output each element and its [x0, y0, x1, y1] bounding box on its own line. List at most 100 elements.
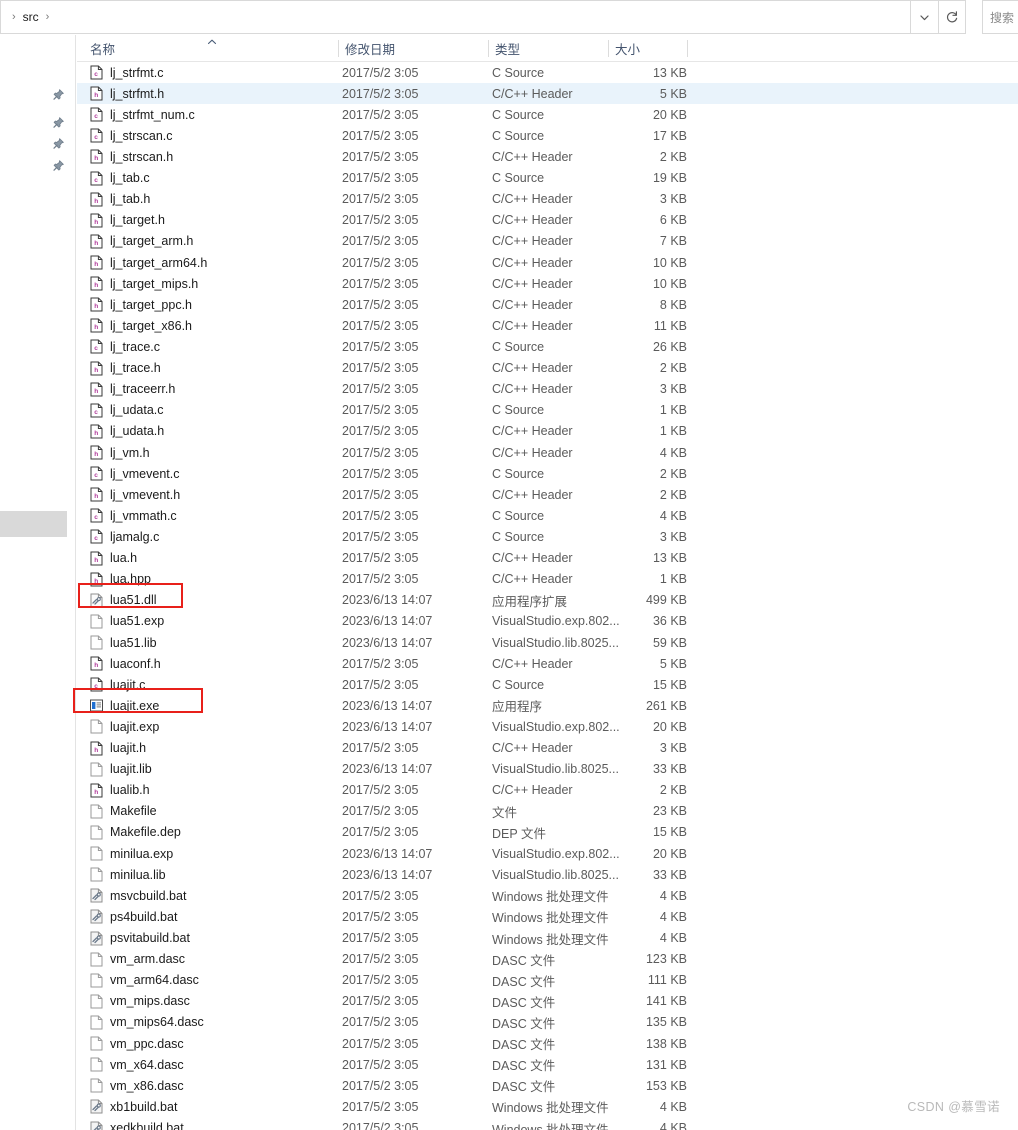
table-row[interactable]: luajit.exp 2023/6/13 14:07 VisualStudio.ex…	[77, 716, 1018, 737]
column-divider[interactable]	[687, 40, 688, 57]
refresh-button[interactable]	[938, 0, 966, 34]
file-name-cell[interactable]: h lj_target_mips.h	[90, 276, 198, 291]
file-name-cell[interactable]: xedkbuild.bat	[90, 1121, 184, 1130]
file-name-cell[interactable]: h lj_vmevent.h	[90, 487, 180, 502]
file-name-cell[interactable]: h lj_target_arm64.h	[90, 255, 207, 270]
file-name-cell[interactable]: minilua.exp	[90, 846, 173, 861]
column-header-type[interactable]: 类型	[495, 35, 520, 62]
search-box[interactable]: 搜索	[982, 0, 1018, 34]
table-row[interactable]: c lj_strfmt_num.c 2017/5/2 3:05 C Source 20 …	[77, 104, 1018, 125]
file-name-cell[interactable]: c lj_udata.c	[90, 403, 164, 418]
table-row[interactable]: c lj_strfmt.c 2017/5/2 3:05 C Source 13 KB	[77, 62, 1018, 83]
pin-icon[interactable]	[51, 137, 65, 151]
file-name-cell[interactable]: vm_mips64.dasc	[90, 1015, 204, 1030]
table-row[interactable]: h lj_trace.h 2017/5/2 3:05 C/C++ Header 2 KB	[77, 358, 1018, 379]
breadcrumb[interactable]: › src ›	[0, 0, 910, 34]
table-row[interactable]: h lualib.h 2017/5/2 3:05 C/C++ Header 2 KB	[77, 780, 1018, 801]
table-row[interactable]: h lj_strfmt.h 2017/5/2 3:05 C/C++ Header 5 K…	[77, 83, 1018, 105]
table-row[interactable]: vm_mips64.dasc 2017/5/2 3:05 DASC 文件 135 KB	[77, 1012, 1018, 1033]
table-row[interactable]: ps4build.bat 2017/5/2 3:05 Windows 批处理文件 4 …	[77, 906, 1018, 927]
file-name-cell[interactable]: c lj_vmmath.c	[90, 508, 177, 523]
table-row[interactable]: luajit.lib 2023/6/13 14:07 VisualStudio.li…	[77, 759, 1018, 780]
table-row[interactable]: h lj_vmevent.h 2017/5/2 3:05 C/C++ Header 2 …	[77, 484, 1018, 505]
file-name-cell[interactable]: h lualib.h	[90, 783, 150, 798]
table-row[interactable]: lua51.lib 2023/6/13 14:07 VisualStudio.lib…	[77, 632, 1018, 653]
file-name-cell[interactable]: luajit.exe	[90, 698, 159, 713]
table-row[interactable]: c lj_tab.c 2017/5/2 3:05 C Source 19 KB	[77, 168, 1018, 189]
table-row[interactable]: vm_arm.dasc 2017/5/2 3:05 DASC 文件 123 KB	[77, 949, 1018, 970]
table-row[interactable]: h luaconf.h 2017/5/2 3:05 C/C++ Header 5 KB	[77, 653, 1018, 674]
table-row[interactable]: Makefile.dep 2017/5/2 3:05 DEP 文件 15 KB	[77, 822, 1018, 843]
file-name-cell[interactable]: c lj_strfmt.c	[90, 65, 163, 80]
file-name-cell[interactable]: lua51.dll	[90, 593, 157, 608]
file-name-cell[interactable]: vm_ppc.dasc	[90, 1036, 184, 1051]
column-header-name[interactable]: 名称	[90, 35, 115, 62]
column-divider[interactable]	[338, 40, 339, 57]
file-name-cell[interactable]: c luajit.c	[90, 677, 145, 692]
table-row[interactable]: c lj_vmevent.c 2017/5/2 3:05 C Source 2 KB	[77, 463, 1018, 484]
table-row[interactable]: minilua.lib 2023/6/13 14:07 VisualStudio.l…	[77, 864, 1018, 885]
breadcrumb-chevron-leading-icon[interactable]: ›	[7, 11, 21, 23]
table-row[interactable]: psvitabuild.bat 2017/5/2 3:05 Windows 批处理文…	[77, 927, 1018, 948]
table-row[interactable]: c luajit.c 2017/5/2 3:05 C Source 15 KB	[77, 674, 1018, 695]
table-row[interactable]: xedkbuild.bat 2017/5/2 3:05 Windows 批处理文件 4…	[77, 1117, 1018, 1130]
pin-icon[interactable]	[51, 116, 65, 130]
file-name-cell[interactable]: h luaconf.h	[90, 656, 161, 671]
column-header-date-modified[interactable]: 修改日期	[345, 35, 395, 62]
table-row[interactable]: lua51.dll 2023/6/13 14:07 应用程序扩展 499 KB	[77, 590, 1018, 611]
file-name-cell[interactable]: h lj_target_arm.h	[90, 234, 193, 249]
file-name-cell[interactable]: h lua.hpp	[90, 572, 151, 587]
file-name-cell[interactable]: luajit.lib	[90, 762, 152, 777]
table-row[interactable]: h lj_traceerr.h 2017/5/2 3:05 C/C++ Header 3…	[77, 379, 1018, 400]
file-name-cell[interactable]: Makefile	[90, 804, 157, 819]
file-name-cell[interactable]: vm_x86.dasc	[90, 1078, 184, 1093]
table-row[interactable]: c ljamalg.c 2017/5/2 3:05 C Source 3 KB	[77, 526, 1018, 547]
file-name-cell[interactable]: msvcbuild.bat	[90, 888, 186, 903]
table-row[interactable]: msvcbuild.bat 2017/5/2 3:05 Windows 批处理文件 4…	[77, 885, 1018, 906]
table-row[interactable]: luajit.exe 2023/6/13 14:07 应用程序 261 KB	[77, 695, 1018, 716]
column-header-size[interactable]: 大小	[615, 35, 640, 62]
table-row[interactable]: h lj_strscan.h 2017/5/2 3:05 C/C++ Header 2 …	[77, 146, 1018, 167]
table-row[interactable]: c lj_strscan.c 2017/5/2 3:05 C Source 17 KB	[77, 125, 1018, 146]
file-name-cell[interactable]: h lj_traceerr.h	[90, 382, 175, 397]
table-row[interactable]: Makefile 2017/5/2 3:05 文件 23 KB	[77, 801, 1018, 822]
file-name-cell[interactable]: c lj_trace.c	[90, 339, 160, 354]
navigation-pane[interactable]	[0, 35, 76, 1130]
file-name-cell[interactable]: h lj_target.h	[90, 213, 165, 228]
file-name-cell[interactable]: Makefile.dep	[90, 825, 181, 840]
table-row[interactable]: vm_x86.dasc 2017/5/2 3:05 DASC 文件 153 KB	[77, 1075, 1018, 1096]
file-name-cell[interactable]: h luajit.h	[90, 741, 146, 756]
pin-icon[interactable]	[51, 88, 65, 102]
table-row[interactable]: h lj_target_mips.h 2017/5/2 3:05 C/C++ Head…	[77, 273, 1018, 294]
table-row[interactable]: h lj_target_arm64.h 2017/5/2 3:05 C/C++ Hea…	[77, 252, 1018, 273]
file-name-cell[interactable]: c ljamalg.c	[90, 529, 159, 544]
table-row[interactable]: h lj_vm.h 2017/5/2 3:05 C/C++ Header 4 KB	[77, 442, 1018, 463]
address-history-dropdown-button[interactable]	[910, 0, 938, 34]
nav-selected-block[interactable]	[0, 511, 67, 537]
file-name-cell[interactable]: h lua.h	[90, 551, 137, 566]
breadcrumb-chevron-trailing-icon[interactable]: ›	[41, 11, 55, 23]
file-name-cell[interactable]: h lj_udata.h	[90, 424, 164, 439]
table-row[interactable]: h lua.hpp 2017/5/2 3:05 C/C++ Header 1 KB	[77, 569, 1018, 590]
table-row[interactable]: h lj_tab.h 2017/5/2 3:05 C/C++ Header 3 KB	[77, 189, 1018, 210]
file-name-cell[interactable]: minilua.lib	[90, 867, 166, 882]
file-name-cell[interactable]: h lj_tab.h	[90, 192, 150, 207]
file-name-cell[interactable]: h lj_vm.h	[90, 445, 150, 460]
file-name-cell[interactable]: h lj_target_ppc.h	[90, 297, 192, 312]
file-name-cell[interactable]: c lj_tab.c	[90, 171, 150, 186]
table-row[interactable]: h lua.h 2017/5/2 3:05 C/C++ Header 13 KB	[77, 548, 1018, 569]
table-row[interactable]: vm_ppc.dasc 2017/5/2 3:05 DASC 文件 138 KB	[77, 1033, 1018, 1054]
breadcrumb-segment-src[interactable]: src	[21, 10, 41, 24]
file-name-cell[interactable]: h lj_target_x86.h	[90, 318, 192, 333]
file-name-cell[interactable]: vm_x64.dasc	[90, 1057, 184, 1072]
file-name-cell[interactable]: h lj_trace.h	[90, 361, 161, 376]
table-row[interactable]: h lj_target.h 2017/5/2 3:05 C/C++ Header 6 K…	[77, 210, 1018, 231]
table-row[interactable]: vm_arm64.dasc 2017/5/2 3:05 DASC 文件 111 KB	[77, 970, 1018, 991]
table-row[interactable]: lua51.exp 2023/6/13 14:07 VisualStudio.exp…	[77, 611, 1018, 632]
file-name-cell[interactable]: vm_arm64.dasc	[90, 973, 199, 988]
file-name-cell[interactable]: c lj_vmevent.c	[90, 466, 179, 481]
file-name-cell[interactable]: lua51.exp	[90, 614, 164, 629]
table-row[interactable]: c lj_trace.c 2017/5/2 3:05 C Source 26 KB	[77, 336, 1018, 357]
file-name-cell[interactable]: psvitabuild.bat	[90, 931, 190, 946]
table-row[interactable]: h lj_target_ppc.h 2017/5/2 3:05 C/C++ Heade…	[77, 294, 1018, 315]
